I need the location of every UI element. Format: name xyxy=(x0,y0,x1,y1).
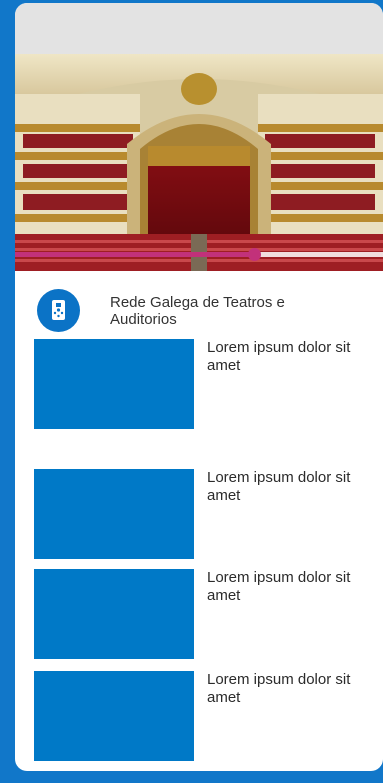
hero-image[interactable] xyxy=(15,54,383,271)
theatre-interior-icon xyxy=(15,54,383,271)
organization-header[interactable]: Rede Galega de Teatros e Auditorios xyxy=(37,289,367,335)
progress-fill xyxy=(15,252,255,257)
thumbnail-placeholder[interactable] xyxy=(34,569,194,659)
galicia-coat-of-arms-icon xyxy=(37,289,80,332)
thumbnail-placeholder[interactable] xyxy=(34,671,194,761)
list-item[interactable]: Lorem ipsum dolor sit amet xyxy=(34,339,364,429)
list-item[interactable]: Lorem ipsum dolor sit amet xyxy=(34,469,364,559)
thumbnail-placeholder[interactable] xyxy=(34,339,194,429)
thumbnail-placeholder[interactable] xyxy=(34,469,194,559)
list-item-title[interactable]: Lorem ipsum dolor sit amet xyxy=(207,469,367,505)
list-item-title[interactable]: Lorem ipsum dolor sit amet xyxy=(207,339,367,375)
header-bar xyxy=(15,3,383,54)
content-card: Rede Galega de Teatros e Auditorios Lore… xyxy=(15,3,383,771)
list-item[interactable]: Lorem ipsum dolor sit amet xyxy=(34,569,364,659)
organization-name: Rede Galega de Teatros e Auditorios xyxy=(110,294,285,328)
progress-bar[interactable] xyxy=(15,248,383,261)
list-item-title[interactable]: Lorem ipsum dolor sit amet xyxy=(207,569,367,605)
list-item-title[interactable]: Lorem ipsum dolor sit amet xyxy=(207,671,367,707)
list-item[interactable]: Lorem ipsum dolor sit amet xyxy=(34,671,364,761)
